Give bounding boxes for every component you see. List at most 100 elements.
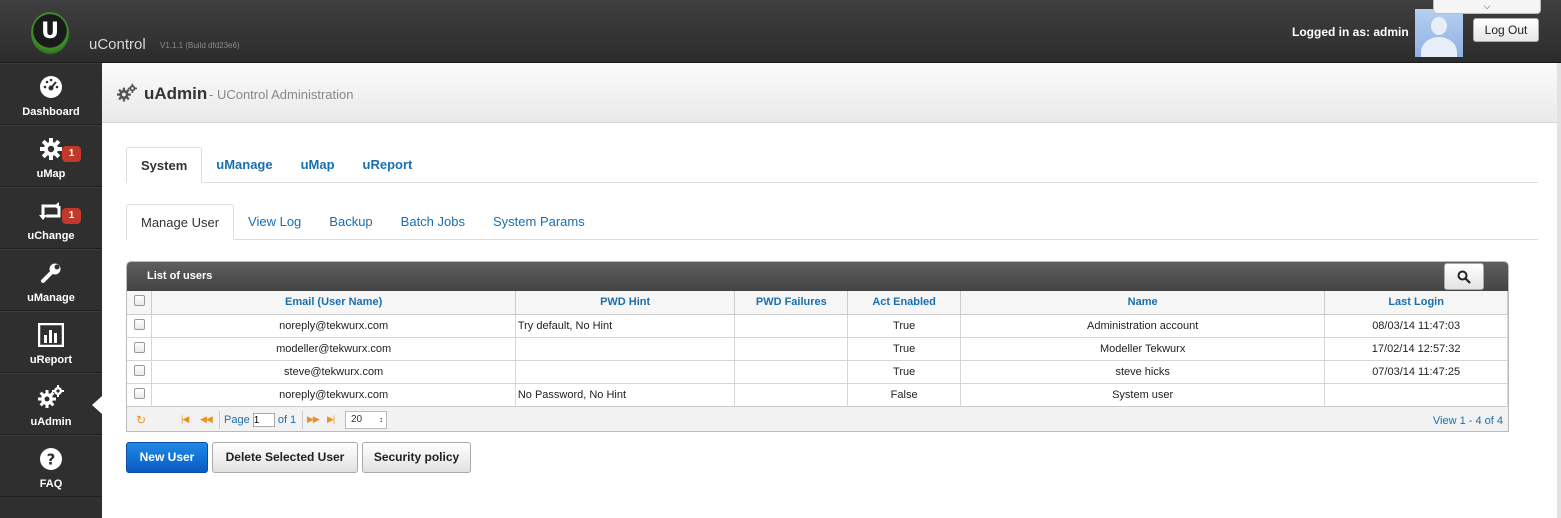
- table-row[interactable]: modeller@tekwurx.com True Modeller Tekwu…: [127, 337, 1508, 361]
- column-header[interactable]: PWD Failures: [734, 291, 849, 315]
- tab-umanage[interactable]: uManage: [202, 147, 286, 183]
- cell-pwd-hint: Try default, No Hint: [515, 314, 736, 338]
- wrench-icon: [0, 260, 102, 286]
- pager-divider: [302, 411, 303, 429]
- scrollbar[interactable]: [1557, 63, 1561, 518]
- row-checkbox[interactable]: [133, 387, 145, 399]
- row-checkbox[interactable]: [133, 364, 145, 376]
- table-row[interactable]: noreply@tekwurx.com No Password, No Hint…: [127, 383, 1508, 407]
- sidebar-item-ureport[interactable]: uReport: [0, 311, 102, 373]
- cell-pwd-hint: [515, 337, 736, 361]
- sidebar-label: uMap: [36, 168, 66, 180]
- page-number-input[interactable]: [252, 413, 275, 427]
- logged-in-label: Logged in as: admin: [1292, 25, 1409, 39]
- question-icon: ?: [0, 446, 102, 472]
- sub-tabs: Manage User View Log Backup Batch Jobs S…: [126, 202, 1538, 240]
- sidebar-item-dashboard[interactable]: Dashboard: [0, 63, 102, 125]
- cell-pwd-hint: No Password, No Hint: [515, 383, 736, 407]
- cell-email: noreply@tekwurx.com: [151, 314, 516, 338]
- tab-system-params[interactable]: System Params: [479, 204, 599, 240]
- sidebar-label: uReport: [29, 354, 73, 366]
- pager-divider: [219, 411, 220, 429]
- sidebar-label: Dashboard: [22, 106, 80, 118]
- last-page-icon[interactable]: ▶|: [327, 414, 335, 425]
- cell-name: Modeller Tekwurx: [960, 337, 1326, 361]
- select-all-checkbox[interactable]: [133, 295, 145, 307]
- select-all-cell: [127, 291, 153, 315]
- cell-pwd-failures: [734, 337, 849, 361]
- delete-user-button[interactable]: Delete Selected User: [212, 442, 358, 473]
- page-header: uAdmin - UControl Administration: [102, 63, 1561, 123]
- sidebar-item-uadmin[interactable]: uAdmin: [0, 373, 102, 435]
- cell-pwd-hint: [515, 360, 736, 384]
- table-row[interactable]: steve@tekwurx.com True steve hicks 07/03…: [127, 360, 1508, 384]
- new-user-button[interactable]: New User: [126, 442, 208, 473]
- chevron-down-icon[interactable]: ⌵: [1433, 0, 1541, 14]
- row-checkbox[interactable]: [133, 341, 145, 353]
- row-select-cell: [127, 360, 153, 384]
- sidebar-item-uchange[interactable]: 1 uChange: [0, 187, 102, 249]
- cell-act-enabled: False: [847, 383, 962, 407]
- page-label: Page: [224, 413, 250, 426]
- tab-ureport[interactable]: uReport: [349, 147, 427, 183]
- grid-pager: ↻ |◀ ◀◀ Page of 1 ▶▶ ▶| 20 ↕ View 1 - 4 …: [127, 406, 1508, 431]
- cell-act-enabled: True: [847, 337, 962, 361]
- page-subtitle: - UControl Administration: [209, 87, 354, 102]
- app-name: uControl: [89, 36, 146, 53]
- refresh-icon[interactable]: ↻: [136, 413, 146, 427]
- sidebar-item-umanage[interactable]: uManage: [0, 249, 102, 311]
- table-header-row: Email (User Name) PWD Hint PWD Failures …: [127, 291, 1508, 315]
- search-icon: [1457, 270, 1471, 284]
- avatar[interactable]: [1415, 9, 1463, 57]
- tab-system[interactable]: System: [126, 147, 203, 183]
- cell-name: steve hicks: [960, 360, 1326, 384]
- sidebar-item-faq[interactable]: ? FAQ: [0, 435, 102, 497]
- cell-pwd-failures: [734, 314, 849, 338]
- security-policy-button[interactable]: Security policy: [362, 442, 471, 473]
- row-select-cell: [127, 314, 153, 338]
- gear-icon: [0, 136, 102, 162]
- active-indicator: [92, 396, 102, 414]
- tab-manage-user[interactable]: Manage User: [126, 204, 235, 240]
- sidebar-label: FAQ: [39, 478, 63, 490]
- grid-caption: List of users: [127, 262, 1508, 291]
- cell-email: noreply@tekwurx.com: [151, 383, 516, 407]
- next-page-icon[interactable]: ▶▶: [307, 414, 320, 425]
- page-size-value: 20: [351, 414, 363, 425]
- cell-last-login: 08/03/14 11:47:03: [1324, 314, 1508, 338]
- prev-page-icon[interactable]: ◀◀: [200, 414, 213, 425]
- table-row[interactable]: noreply@tekwurx.com Try default, No Hint…: [127, 314, 1508, 338]
- gears-icon: [0, 384, 102, 410]
- app-version: V1.1.1 (Build dfd23e6): [160, 41, 240, 50]
- column-header[interactable]: Act Enabled: [847, 291, 962, 315]
- cell-name: System user: [960, 383, 1326, 407]
- column-header[interactable]: Email (User Name): [151, 291, 516, 315]
- search-button[interactable]: [1444, 263, 1484, 290]
- sidebar-item-umap[interactable]: 1 uMap: [0, 125, 102, 187]
- column-header[interactable]: Name: [960, 291, 1326, 315]
- cell-email: modeller@tekwurx.com: [151, 337, 516, 361]
- tab-umap[interactable]: uMap: [287, 147, 349, 183]
- cell-pwd-failures: [734, 383, 849, 407]
- row-checkbox[interactable]: [133, 318, 145, 330]
- first-page-icon[interactable]: |◀: [181, 414, 189, 425]
- cell-last-login: [1324, 383, 1508, 407]
- users-grid: List of users Email (User Name) PWD Hint…: [126, 261, 1509, 432]
- column-header[interactable]: PWD Hint: [515, 291, 736, 315]
- tab-backup[interactable]: Backup: [315, 204, 386, 240]
- row-select-cell: [127, 337, 153, 361]
- svg-text:?: ?: [47, 451, 56, 469]
- column-header[interactable]: Last Login: [1324, 291, 1508, 315]
- notification-badge: 1: [62, 146, 81, 162]
- tab-batch-jobs[interactable]: Batch Jobs: [387, 204, 479, 240]
- sidebar-label: uChange: [27, 230, 75, 242]
- logout-button[interactable]: Log Out: [1473, 18, 1539, 42]
- bar-chart-icon: [0, 322, 102, 348]
- tab-view-log[interactable]: View Log: [234, 204, 315, 240]
- notification-badge: 1: [62, 208, 81, 224]
- sidebar: Dashboard 1 uMap 1 uChange uManage uRepo…: [0, 63, 102, 518]
- cell-last-login: 07/03/14 11:47:25: [1324, 360, 1508, 384]
- page-size-select[interactable]: 20 ↕: [345, 411, 387, 429]
- ucontrol-logo[interactable]: U: [31, 12, 69, 54]
- chevron-updown-icon: ↕: [379, 415, 383, 424]
